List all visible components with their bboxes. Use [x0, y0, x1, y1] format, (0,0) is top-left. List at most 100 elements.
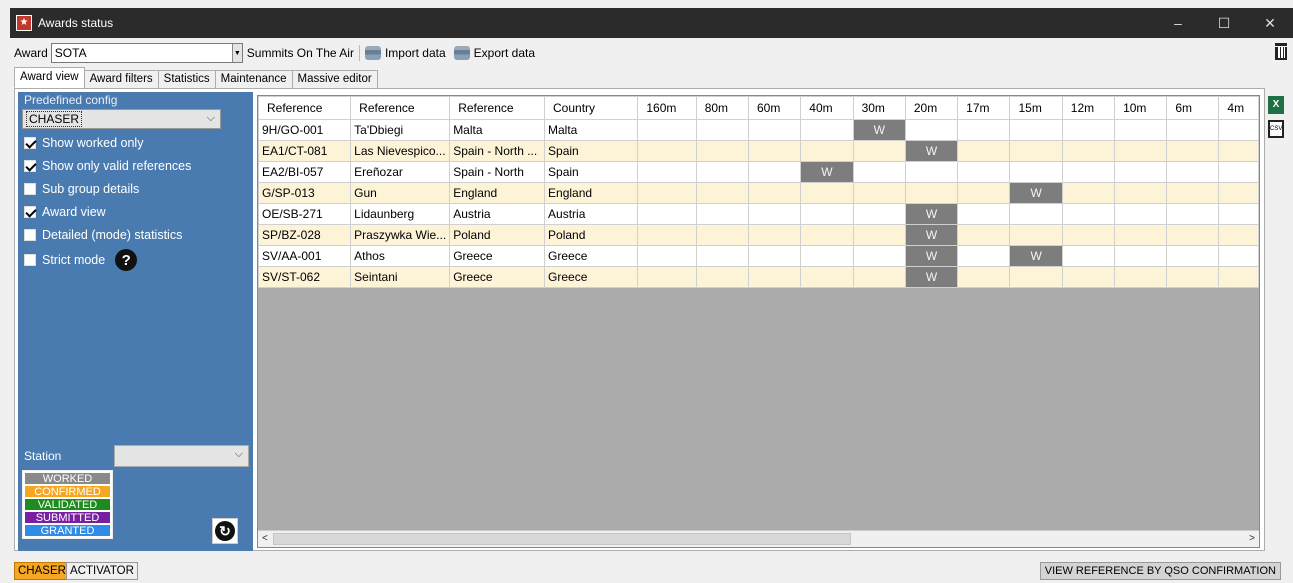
band-cell[interactable] — [695, 245, 749, 267]
table-row[interactable]: 9H/GO-001 Ta'Dbiegi Malta Malta W — [258, 119, 1259, 141]
award-select[interactable]: SOTA ▼ — [50, 43, 243, 63]
band-cell[interactable] — [1218, 161, 1259, 183]
band-cell[interactable] — [1166, 245, 1220, 267]
scrollbar-thumb[interactable] — [273, 533, 851, 545]
band-cell[interactable] — [695, 161, 749, 183]
table-cell[interactable]: Malta — [544, 119, 639, 141]
band-cell[interactable] — [904, 119, 959, 141]
band-cell[interactable] — [1009, 203, 1063, 225]
table-cell[interactable]: SV/ST-062 — [258, 266, 352, 288]
table-cell[interactable]: Lidaunberg — [350, 203, 451, 225]
band-cell[interactable] — [1114, 245, 1168, 267]
sub-group-details-checkbox[interactable]: Sub group details — [24, 182, 139, 196]
band-cell[interactable] — [1061, 182, 1116, 204]
column-header[interactable]: 10m — [1114, 96, 1168, 120]
band-cell[interactable] — [957, 119, 1011, 141]
band-cell[interactable] — [1114, 140, 1168, 162]
band-cell[interactable] — [637, 224, 697, 246]
tab-maintenance[interactable]: Maintenance — [214, 70, 293, 88]
band-cell[interactable] — [852, 245, 906, 267]
column-header[interactable]: 160m — [637, 96, 697, 120]
column-header[interactable]: Reference — [350, 96, 451, 120]
table-row[interactable]: SV/ST-062 Seintani Greece Greece W — [258, 266, 1259, 288]
band-cell[interactable] — [747, 224, 802, 246]
band-cell[interactable] — [747, 266, 802, 288]
activator-mode-button[interactable]: ACTIVATOR — [66, 562, 138, 580]
band-cell[interactable]: W — [800, 161, 854, 183]
trash-icon[interactable] — [1275, 43, 1287, 61]
band-cell[interactable]: W — [904, 245, 959, 267]
table-cell[interactable]: Spain — [544, 140, 639, 162]
band-cell[interactable] — [747, 245, 802, 267]
band-cell[interactable] — [695, 203, 749, 225]
tab-award-filters[interactable]: Award filters — [83, 70, 159, 88]
band-cell[interactable] — [1061, 245, 1116, 267]
tab-award-view[interactable]: Award view — [14, 67, 85, 88]
table-cell[interactable]: Spain - North ... — [449, 140, 546, 162]
csv-export-icon[interactable]: CSV — [1268, 120, 1284, 138]
band-cell[interactable] — [1166, 182, 1220, 204]
band-cell[interactable]: W — [1009, 245, 1063, 267]
table-row[interactable]: SP/BZ-028 Praszywka Wie... Poland Poland W — [258, 224, 1259, 246]
band-cell[interactable] — [800, 245, 854, 267]
help-icon[interactable]: ? — [115, 249, 138, 271]
table-cell[interactable]: Greece — [544, 245, 639, 267]
band-cell[interactable] — [1114, 203, 1168, 225]
band-cell[interactable] — [852, 203, 906, 225]
band-cell[interactable] — [747, 203, 802, 225]
band-cell[interactable] — [800, 224, 854, 246]
table-cell[interactable]: Praszywka Wie... — [350, 224, 451, 246]
band-cell[interactable] — [747, 182, 802, 204]
band-cell[interactable]: W — [904, 224, 959, 246]
table-cell[interactable]: OE/SB-271 — [258, 203, 352, 225]
table-cell[interactable]: England — [449, 182, 546, 204]
band-cell[interactable] — [1009, 119, 1063, 141]
column-header[interactable]: 60m — [747, 96, 802, 120]
band-cell[interactable] — [852, 266, 906, 288]
band-cell[interactable]: W — [852, 119, 906, 141]
table-cell[interactable]: Athos — [350, 245, 451, 267]
band-cell[interactable] — [1061, 266, 1116, 288]
table-cell[interactable]: Ereñozar — [350, 161, 451, 183]
strict-mode-checkbox[interactable]: Strict mode ? — [24, 249, 138, 271]
band-cell[interactable] — [800, 182, 854, 204]
band-cell[interactable]: W — [904, 203, 959, 225]
band-cell[interactable] — [904, 161, 959, 183]
band-cell[interactable] — [1114, 224, 1168, 246]
column-header[interactable]: 6m — [1166, 96, 1220, 120]
band-cell[interactable] — [1114, 266, 1168, 288]
column-header[interactable]: 17m — [957, 96, 1011, 120]
band-cell[interactable] — [695, 119, 749, 141]
band-cell[interactable] — [747, 161, 802, 183]
excel-export-icon[interactable]: X — [1268, 96, 1284, 114]
band-cell[interactable] — [1009, 140, 1063, 162]
column-header[interactable]: 80m — [695, 96, 749, 120]
band-cell[interactable] — [637, 140, 697, 162]
scroll-left-icon[interactable]: < — [262, 533, 268, 544]
band-cell[interactable] — [1061, 161, 1116, 183]
export-data-button[interactable]: Export data — [453, 46, 535, 60]
table-cell[interactable]: SV/AA-001 — [258, 245, 352, 267]
band-cell[interactable] — [1114, 161, 1168, 183]
table-cell[interactable]: Poland — [544, 224, 639, 246]
band-cell[interactable] — [957, 224, 1011, 246]
import-data-button[interactable]: Import data — [364, 46, 446, 60]
band-cell[interactable] — [852, 182, 906, 204]
band-cell[interactable]: W — [904, 266, 959, 288]
award-view-checkbox[interactable]: Award view — [24, 205, 106, 219]
table-cell[interactable]: Greece — [449, 245, 546, 267]
band-cell[interactable] — [1218, 245, 1259, 267]
column-header[interactable]: 30m — [852, 96, 906, 120]
table-cell[interactable]: Austria — [544, 203, 639, 225]
column-header[interactable]: 20m — [904, 96, 959, 120]
column-header[interactable]: Reference — [449, 96, 546, 120]
table-cell[interactable]: G/SP-013 — [258, 182, 352, 204]
table-row[interactable]: OE/SB-271 Lidaunberg Austria Austria W — [258, 203, 1259, 225]
station-select[interactable]: ⌵ — [114, 445, 249, 467]
table-cell[interactable]: Greece — [544, 266, 639, 288]
column-header[interactable]: 15m — [1009, 96, 1063, 120]
band-cell[interactable] — [695, 266, 749, 288]
band-cell[interactable] — [957, 161, 1011, 183]
table-cell[interactable]: Seintani — [350, 266, 451, 288]
band-cell[interactable] — [747, 119, 802, 141]
